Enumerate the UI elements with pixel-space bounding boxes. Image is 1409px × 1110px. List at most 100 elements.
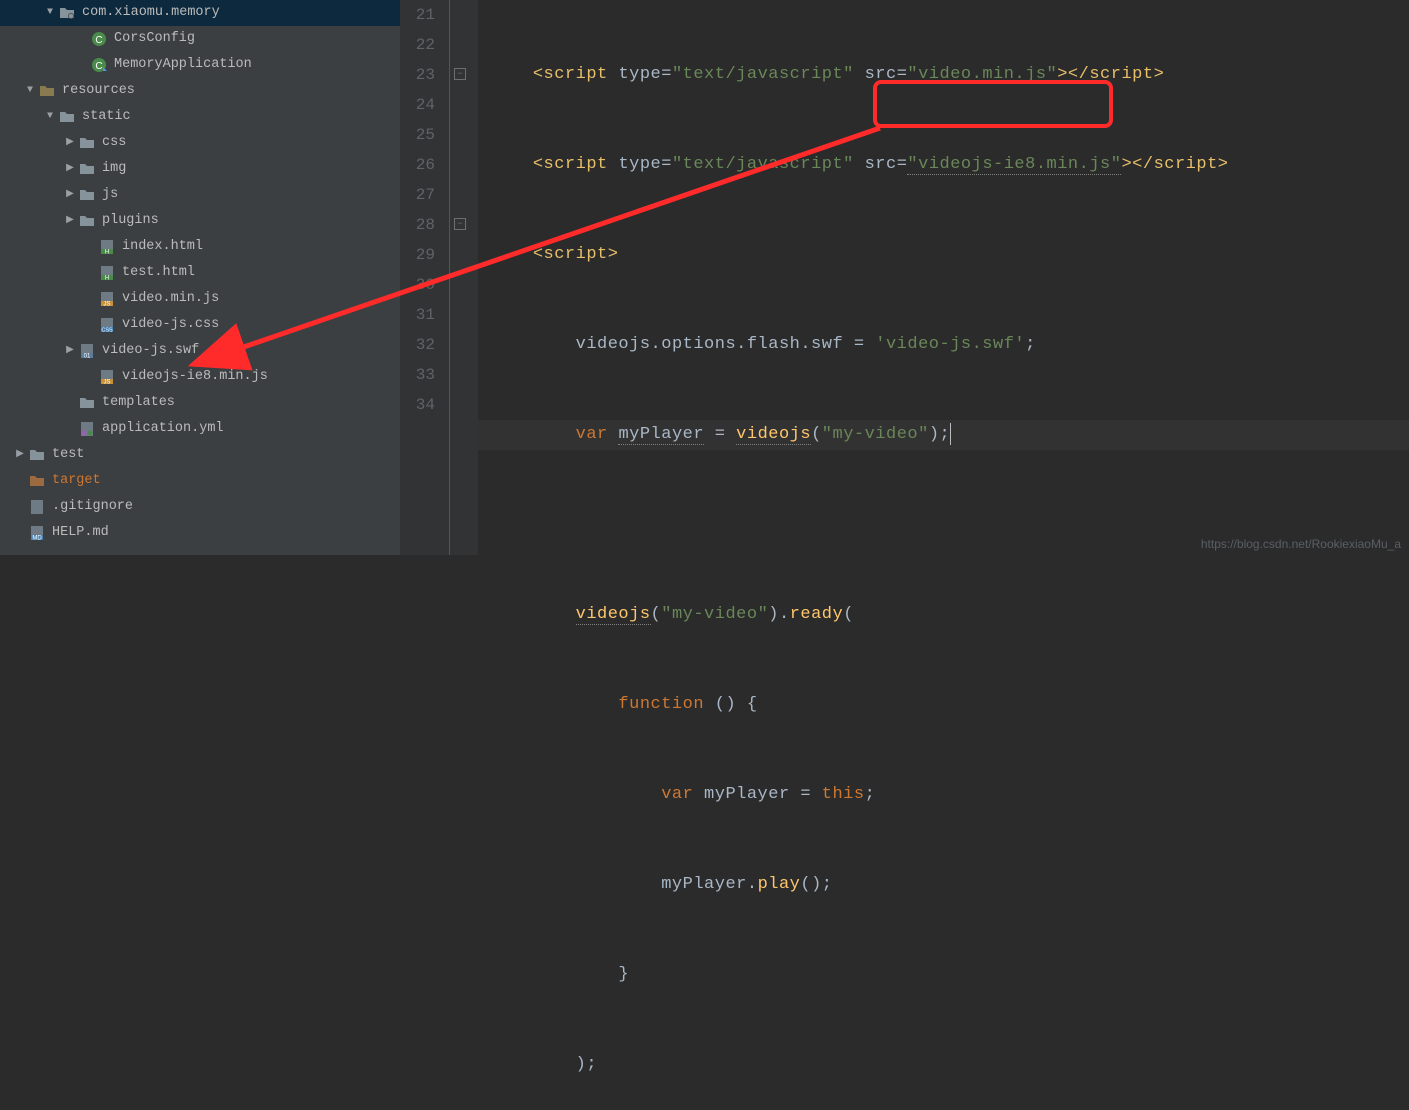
chevron-right-icon[interactable]: ▶ — [64, 338, 76, 364]
folder-icon — [78, 186, 96, 204]
folder-icon — [28, 446, 46, 464]
chevron-right-icon[interactable]: ▶ — [64, 130, 76, 156]
tree-item-label: templates — [102, 390, 175, 416]
line-number: 33 — [400, 360, 435, 390]
svg-text:C: C — [95, 35, 102, 46]
folder-icon — [78, 394, 96, 412]
class-m-icon: C — [90, 56, 108, 74]
tree-item-label: HELP.md — [52, 520, 109, 546]
bin-icon: 01 — [78, 342, 96, 360]
tree-item[interactable]: ▼ static — [0, 104, 400, 130]
tree-item[interactable]: target — [0, 468, 400, 494]
tree-item-label: index.html — [122, 234, 203, 260]
line-number: 25 — [400, 120, 435, 150]
svg-text:CSS: CSS — [101, 328, 113, 334]
tree-item-label: video.min.js — [122, 286, 219, 312]
tree-item-label: com.xiaomu.memory — [82, 0, 220, 26]
file-icon — [28, 498, 46, 516]
tree-item-label: .gitignore — [52, 494, 133, 520]
html-icon: H — [98, 264, 116, 282]
line-number: 28 — [400, 210, 435, 240]
code-line: videojs.options.flash.swf = 'video-js.sw… — [478, 330, 1409, 360]
line-number: 23 — [400, 60, 435, 90]
watermark: https://blog.csdn.net/RookiexiaoMu_a — [1201, 537, 1401, 551]
chevron-right-icon[interactable]: ▶ — [14, 442, 26, 468]
tree-item[interactable]: ▶ css — [0, 130, 400, 156]
tree-item-label: resources — [62, 78, 135, 104]
chevron-right-icon[interactable]: ▶ — [64, 208, 76, 234]
tree-item[interactable]: ▶test — [0, 442, 400, 468]
chevron-down-icon[interactable]: ▼ — [24, 78, 36, 104]
tree-item[interactable]: application.yml — [0, 416, 400, 442]
fold-toggle-icon[interactable]: − — [454, 218, 466, 230]
code-line: <script type="text/javascript" src="vide… — [478, 60, 1409, 90]
tree-item-label: static — [82, 104, 131, 130]
line-number: 32 — [400, 330, 435, 360]
fold-toggle-icon[interactable]: − — [454, 68, 466, 80]
chevron-right-icon[interactable]: ▶ — [64, 182, 76, 208]
js-icon: JS — [98, 290, 116, 308]
line-number: 30 — [400, 270, 435, 300]
tree-item-label: videojs-ie8.min.js — [122, 364, 268, 390]
code-line: <script type="text/javascript" src="vide… — [478, 150, 1409, 180]
tree-item[interactable]: ▶ plugins — [0, 208, 400, 234]
tree-item[interactable]: Hindex.html — [0, 234, 400, 260]
chevron-down-icon[interactable]: ▼ — [44, 0, 56, 26]
code-line: videojs("my-video").ready( — [478, 600, 1409, 630]
svg-text:H: H — [105, 250, 109, 256]
line-number: 31 — [400, 300, 435, 330]
fold-gutter: − − — [450, 0, 478, 555]
html-icon: H — [98, 238, 116, 256]
folder-icon — [78, 134, 96, 152]
code-line: myPlayer.play(); — [478, 870, 1409, 900]
svg-text:MD: MD — [32, 536, 42, 542]
line-number: 34 — [400, 390, 435, 420]
tree-item-label: CorsConfig — [114, 26, 195, 52]
tree-item[interactable]: Htest.html — [0, 260, 400, 286]
tree-item[interactable]: C MemoryApplication — [0, 52, 400, 78]
class-c-icon: C — [90, 30, 108, 48]
tree-item-label: plugins — [102, 208, 159, 234]
tree-item-label: video-js.swf — [102, 338, 199, 364]
js-icon: JS — [98, 368, 116, 386]
folder-icon — [58, 108, 76, 126]
svg-text:01: 01 — [84, 354, 91, 360]
tree-item[interactable]: ▶ js — [0, 182, 400, 208]
tree-item[interactable]: JS video.min.js — [0, 286, 400, 312]
yml-icon — [78, 420, 96, 438]
tree-item[interactable]: ▼ resources — [0, 78, 400, 104]
tree-item[interactable]: ▶img — [0, 156, 400, 182]
tree-item-label: js — [102, 182, 118, 208]
tree-item[interactable]: ▼ com.xiaomu.memory — [0, 0, 400, 26]
tree-item[interactable]: templates — [0, 390, 400, 416]
tree-item[interactable]: ▶ 01 video-js.swf — [0, 338, 400, 364]
css-icon: CSS — [98, 316, 116, 334]
line-number: 29 — [400, 240, 435, 270]
tree-item[interactable]: C CorsConfig — [0, 26, 400, 52]
code-line: function () { — [478, 690, 1409, 720]
md-icon: MD — [28, 524, 46, 542]
text-caret — [950, 423, 951, 445]
svg-text:H: H — [105, 276, 109, 282]
tree-item-label: css — [102, 130, 126, 156]
code-line-current: var myPlayer = videojs("my-video"); — [478, 420, 1409, 450]
chevron-right-icon[interactable]: ▶ — [64, 156, 76, 182]
svg-text:C: C — [95, 61, 102, 72]
tree-item-label: target — [52, 468, 101, 494]
tree-item[interactable]: JS videojs-ie8.min.js — [0, 364, 400, 390]
folder-icon — [78, 212, 96, 230]
chevron-down-icon[interactable]: ▼ — [44, 104, 56, 130]
svg-text:JS: JS — [103, 302, 110, 308]
project-tree[interactable]: ▼ com.xiaomu.memory C CorsConfig C MemoryAppl… — [0, 0, 400, 555]
tree-item[interactable]: MD HELP.md — [0, 520, 400, 546]
code-line: } — [478, 960, 1409, 990]
code-line: var myPlayer = this; — [478, 780, 1409, 810]
code-editor[interactable]: <script type="text/javascript" src="vide… — [478, 0, 1409, 555]
code-line — [478, 510, 1409, 540]
tree-item[interactable]: CSSvideo-js.css — [0, 312, 400, 338]
tree-item[interactable]: .gitignore — [0, 494, 400, 520]
line-number-gutter: 2122232425262728293031323334 — [400, 0, 450, 555]
line-number: 27 — [400, 180, 435, 210]
line-number: 22 — [400, 30, 435, 60]
tree-item-label: MemoryApplication — [114, 52, 252, 78]
